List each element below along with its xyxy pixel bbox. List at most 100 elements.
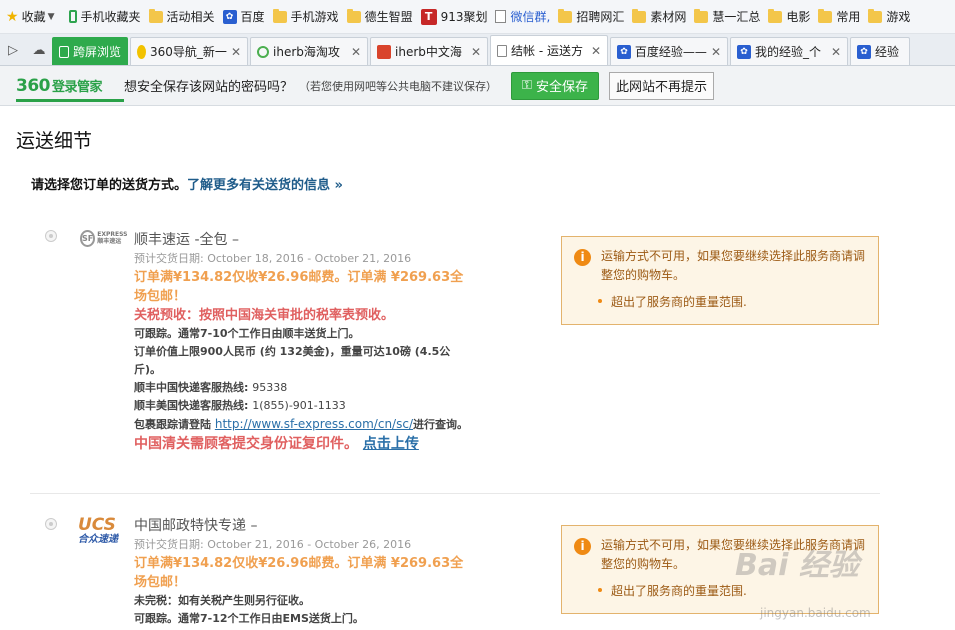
bookmark-label: 913聚划	[440, 10, 488, 24]
bookmark-folder[interactable]: 电影	[768, 8, 810, 25]
doc-icon	[495, 10, 507, 23]
tab-360-nav[interactable]: 360导航_新一 ✕	[130, 37, 248, 65]
upload-id-link[interactable]: 点击上传	[363, 436, 419, 452]
bookmark-folder[interactable]: 素材网	[632, 8, 686, 25]
option-date: 预计交货日期: October 18, 2016 - October 21, 2…	[134, 252, 412, 265]
shipping-option-sf: 顺丰速运 -全包 – 预计交货日期: October 18, 2016 - Oc…	[134, 229, 474, 454]
tab-cross-screen[interactable]: 跨屏浏览	[52, 37, 128, 65]
option-tracking: 可跟踪。通常7-10个工作日由顺丰送货上门。	[134, 327, 360, 340]
hotline-number: 1(855)-901-1133	[252, 399, 346, 412]
folder-icon	[694, 8, 709, 23]
close-icon[interactable]: ✕	[827, 45, 841, 59]
never-remind-button[interactable]: 此网站不再提示	[608, 71, 714, 100]
shipping-option-ems: 中国邮政特快专递 – 预计交货日期: October 21, 2016 - Oc…	[134, 515, 474, 628]
hotline-label: 顺丰中国快递客服热线:	[134, 381, 249, 394]
sf-logo-sub: EXPRESS 顺丰速运	[97, 231, 128, 245]
warning-bullet: 超出了服务商的重量范围.	[598, 582, 868, 599]
bookmark-913[interactable]: T 913聚划	[420, 8, 488, 25]
tab-label: iherb海淘攻	[273, 45, 340, 59]
option-hotline-us: 顺丰美国快递客服热线: 1(855)-901-1133	[134, 397, 474, 415]
baidu-paw-icon: ✿	[857, 44, 871, 59]
track-prefix: 包裹跟踪请登陆	[134, 418, 211, 431]
baidu-watermark-url: jingyan.baidu.com	[760, 606, 871, 620]
baidu-paw-icon: ✿	[222, 9, 237, 24]
password-message: 想安全保存该网站的密码吗？	[124, 80, 294, 95]
bookmark-wechat[interactable]: 微信群,	[495, 8, 550, 25]
bookmark-folder[interactable]: 招聘网汇	[558, 8, 624, 25]
page-title: 运送细节	[16, 130, 93, 152]
bookmark-label: 手机游戏	[290, 10, 339, 24]
logo-underline	[16, 99, 124, 102]
tracking-link[interactable]: http://www.sf-express.com/cn/sc/	[215, 417, 413, 431]
bookmark-favorites[interactable]: ★ 收藏 ▼	[6, 8, 61, 25]
folder-icon	[868, 8, 883, 23]
bookmark-label: 德生智盟	[364, 10, 413, 24]
tab-jingyan[interactable]: ✿ 经验	[850, 37, 910, 65]
key-icon: ⚿	[522, 78, 532, 93]
option-tax: 未完税：如有关税产生则另行征收。	[134, 594, 310, 607]
bookmark-folder[interactable]: 手机游戏	[272, 8, 339, 25]
tab-iherb-guide[interactable]: iherb海淘攻 ✕	[250, 37, 368, 65]
option-name: 中国邮政特快专递 –	[134, 518, 258, 534]
bookmark-folder[interactable]: 活动相关	[148, 8, 215, 25]
warning-bullet: 超出了服务商的重量范围.	[598, 293, 868, 310]
password-manager-bar: 360 登录管家 想安全保存该网站的密码吗？ （若您使用网吧等公共电脑不建议保存）…	[0, 66, 955, 106]
bookmarks-bar: ★ 收藏 ▼ 手机收藏夹 活动相关 ✿ 百度 手机游戏 德生智盟 T 913聚划…	[0, 0, 955, 34]
hotline-number: 95338	[252, 381, 288, 394]
sf-express-logo: SF EXPRESS 顺丰速运	[80, 229, 128, 247]
shipping-info-link[interactable]: 了解更多有关送货的信息 »	[187, 178, 343, 193]
tab-label: 经验	[875, 45, 900, 59]
close-icon[interactable]: ✕	[227, 45, 241, 59]
option-promo: 订单满¥134.82仅收¥26.96邮费。订单满 ¥269.63全场包邮！	[134, 270, 464, 304]
doc-icon	[497, 44, 507, 57]
bookmark-folder[interactable]: 德生智盟	[346, 8, 413, 25]
bookmark-folder[interactable]: 常用	[818, 8, 860, 25]
shipping-radio-ems[interactable]	[45, 518, 57, 530]
chevron-down-icon[interactable]: ▼	[48, 12, 55, 22]
shipping-radio-sf[interactable]	[45, 230, 57, 242]
brand-sub-label: 登录管家	[52, 79, 103, 95]
close-icon[interactable]: ✕	[467, 45, 481, 59]
safe-save-button[interactable]: ⚿ 安全保存	[511, 71, 599, 100]
option-name: 顺丰速运 -全包 –	[134, 232, 239, 248]
option-id-notice: 中国清关需顾客提交身份证复印件。 点击上传	[134, 435, 474, 454]
360-logo: 360 登录管家	[16, 76, 103, 96]
screen-icon	[59, 45, 69, 58]
sf-logo-text: SF	[80, 229, 96, 247]
cloud-icon[interactable]: ☁	[26, 35, 52, 65]
track-suffix: 进行查询。	[412, 418, 468, 431]
option-promo: 订单满¥134.82仅收¥26.96邮费。订单满 ¥269.63全场包邮！	[134, 556, 464, 590]
option-limit: 订单价值上限900人民币 (约 132美金)，重量可达10磅 (4.5公斤)。	[134, 345, 451, 376]
baidu-paw-icon: ✿	[737, 44, 751, 59]
close-icon[interactable]: ✕	[347, 45, 361, 59]
safe-save-label: 安全保存	[535, 80, 588, 95]
sidebar-toggle-icon[interactable]: ▷	[0, 35, 26, 65]
password-note: （若您使用网吧等公共电脑不建议保存）	[299, 79, 498, 93]
bookmark-baidu[interactable]: ✿ 百度	[222, 8, 265, 25]
star-icon: ★	[6, 8, 19, 25]
folder-icon	[632, 8, 647, 23]
bookmark-label: 活动相关	[166, 10, 215, 24]
tab-label: 结帐 - 运送方	[511, 44, 583, 58]
bookmark-folder[interactable]: 游戏	[868, 8, 910, 25]
close-icon[interactable]: ✕	[707, 45, 721, 59]
tab-baidu-jingyan[interactable]: ✿ 百度经验—— ✕	[610, 37, 728, 65]
folder-icon	[768, 8, 783, 23]
bookmark-mobile[interactable]: 手机收藏夹	[68, 8, 141, 25]
option-date: 预计交货日期: October 21, 2016 - October 26, 2…	[134, 538, 412, 551]
close-icon[interactable]: ✕	[587, 44, 601, 58]
bookmark-label: 百度	[240, 10, 265, 24]
tab-label: 360导航_新一	[150, 45, 227, 59]
intro-text: 请选择您订单的送货方式。	[31, 178, 188, 193]
tab-label: 我的经验_个	[755, 45, 822, 59]
baidu-paw-icon: ✿	[617, 44, 631, 59]
tab-checkout[interactable]: 结帐 - 运送方 ✕	[490, 35, 608, 65]
folder-icon	[346, 8, 361, 23]
tab-my-jingyan[interactable]: ✿ 我的经验_个 ✕	[730, 37, 848, 65]
baidu-watermark: Bai 经验	[735, 548, 859, 583]
id-notice-text: 中国清关需顾客提交身份证复印件。	[134, 436, 358, 452]
bookmark-label: 电影	[786, 10, 811, 24]
bookmark-label: 手机收藏夹	[80, 10, 141, 24]
tab-iherb-cn[interactable]: iherb中文海 ✕	[370, 37, 488, 65]
bookmark-folder[interactable]: 慧一汇总	[694, 8, 760, 25]
